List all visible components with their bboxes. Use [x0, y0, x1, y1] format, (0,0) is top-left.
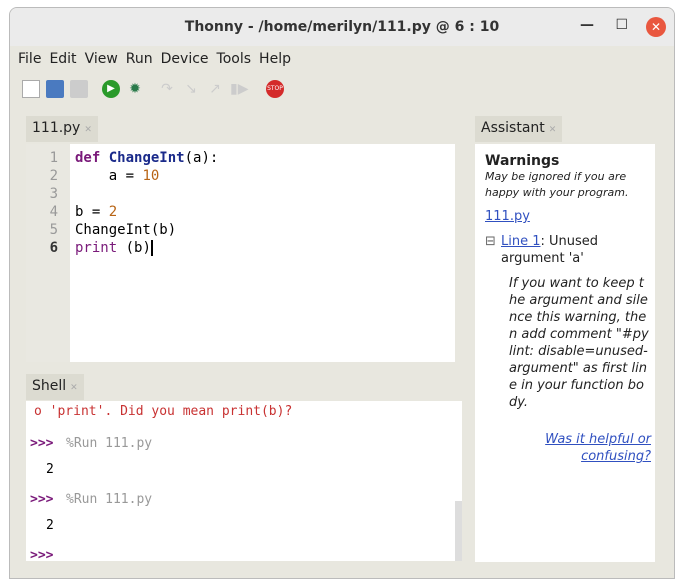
assistant-scrollbar[interactable]	[655, 144, 663, 562]
error-text: o 'print'. Did you mean print(b)?	[34, 404, 293, 419]
line-link[interactable]: Line 1	[501, 234, 541, 249]
toolbar: ▶ ✹ ↷ ↘ ↗ ▮▶ STOP	[10, 72, 674, 106]
close-tab-icon[interactable]: ✕	[70, 383, 78, 393]
run-command: %Run 111.py	[66, 436, 153, 451]
save-all-icon[interactable]	[70, 80, 88, 98]
line-number: 5	[49, 222, 58, 238]
menu-help[interactable]: Help	[257, 51, 297, 67]
shell-output: 2	[46, 462, 54, 477]
shell-prompt: >>>	[30, 548, 54, 563]
shell-panel[interactable]: o 'print'. Did you mean print(b)? >>> %R…	[26, 401, 462, 563]
tab-111py[interactable]: 111.py ✕	[26, 116, 98, 142]
step-out-icon[interactable]: ↗	[206, 80, 224, 98]
warnings-heading: Warnings	[485, 153, 560, 169]
close-tab-icon[interactable]: ✕	[549, 125, 557, 135]
run-icon[interactable]: ▶	[102, 80, 120, 98]
line-number: 3	[49, 186, 58, 202]
tab-assistant[interactable]: Assistant ✕	[475, 116, 563, 142]
close-tab-icon[interactable]: ✕	[84, 125, 92, 135]
code-editor[interactable]: 1 2 3 4 5 6 def ChangeInt(a): a = 10 b =…	[26, 144, 462, 362]
minimize-button[interactable]: —	[580, 17, 594, 33]
close-button[interactable]: ✕	[646, 17, 666, 37]
shell-output: 2	[46, 518, 54, 533]
menu-device[interactable]: Device	[159, 51, 215, 67]
step-over-icon[interactable]: ↷	[158, 80, 176, 98]
feedback-link[interactable]: Was it helpful or confusing?	[545, 432, 651, 464]
resume-icon[interactable]: ▮▶	[230, 80, 248, 98]
tab-shell[interactable]: Shell ✕	[26, 374, 84, 400]
menu-file[interactable]: File	[16, 51, 47, 67]
code-text: def ChangeInt(a): a = 10 b = 2 ChangeInt…	[75, 150, 219, 256]
line-number: 6	[49, 240, 58, 256]
shell-prompt: >>>	[30, 436, 54, 451]
thonny-window: Thonny - /home/merilyn/111.py @ 6 : 10 —…	[9, 7, 675, 579]
line-number: 1	[49, 150, 58, 166]
shell-prompt: >>>	[30, 492, 54, 507]
tab-label: Shell	[32, 378, 67, 394]
new-file-icon[interactable]	[22, 80, 40, 98]
line-numbers: 1 2 3 4 5 6	[26, 144, 70, 362]
warnings-subtitle: May be ignored if you are happy with you…	[485, 170, 629, 199]
assistant-panel: Warnings May be ignored if you are happy…	[475, 144, 663, 562]
stop-icon[interactable]: STOP	[266, 80, 284, 98]
tab-label: 111.py	[32, 120, 81, 136]
line-number: 2	[49, 168, 58, 184]
title-bar: Thonny - /home/merilyn/111.py @ 6 : 10 —…	[10, 8, 674, 46]
tab-label: Assistant	[481, 120, 545, 136]
menu-tools[interactable]: Tools	[215, 51, 258, 67]
file-link[interactable]: 111.py	[485, 209, 530, 224]
editor-scrollbar[interactable]	[455, 144, 462, 362]
line-number: 4	[49, 204, 58, 220]
maximize-button[interactable]: ☐	[615, 17, 628, 33]
menu-bar: File Edit View Run Device Tools Help	[10, 46, 674, 72]
advice-text: If you want to keep the argument and sil…	[509, 276, 649, 410]
run-command: %Run 111.py	[66, 492, 153, 507]
collapse-icon[interactable]: ⊟	[485, 233, 496, 250]
menu-view[interactable]: View	[83, 51, 124, 67]
window-title: Thonny - /home/merilyn/111.py @ 6 : 10	[184, 19, 500, 35]
shell-scrollbar[interactable]	[455, 501, 462, 561]
menu-edit[interactable]: Edit	[47, 51, 82, 67]
step-into-icon[interactable]: ↘	[182, 80, 200, 98]
debug-icon[interactable]: ✹	[126, 80, 144, 98]
save-icon[interactable]	[46, 80, 64, 98]
menu-run[interactable]: Run	[124, 51, 159, 67]
